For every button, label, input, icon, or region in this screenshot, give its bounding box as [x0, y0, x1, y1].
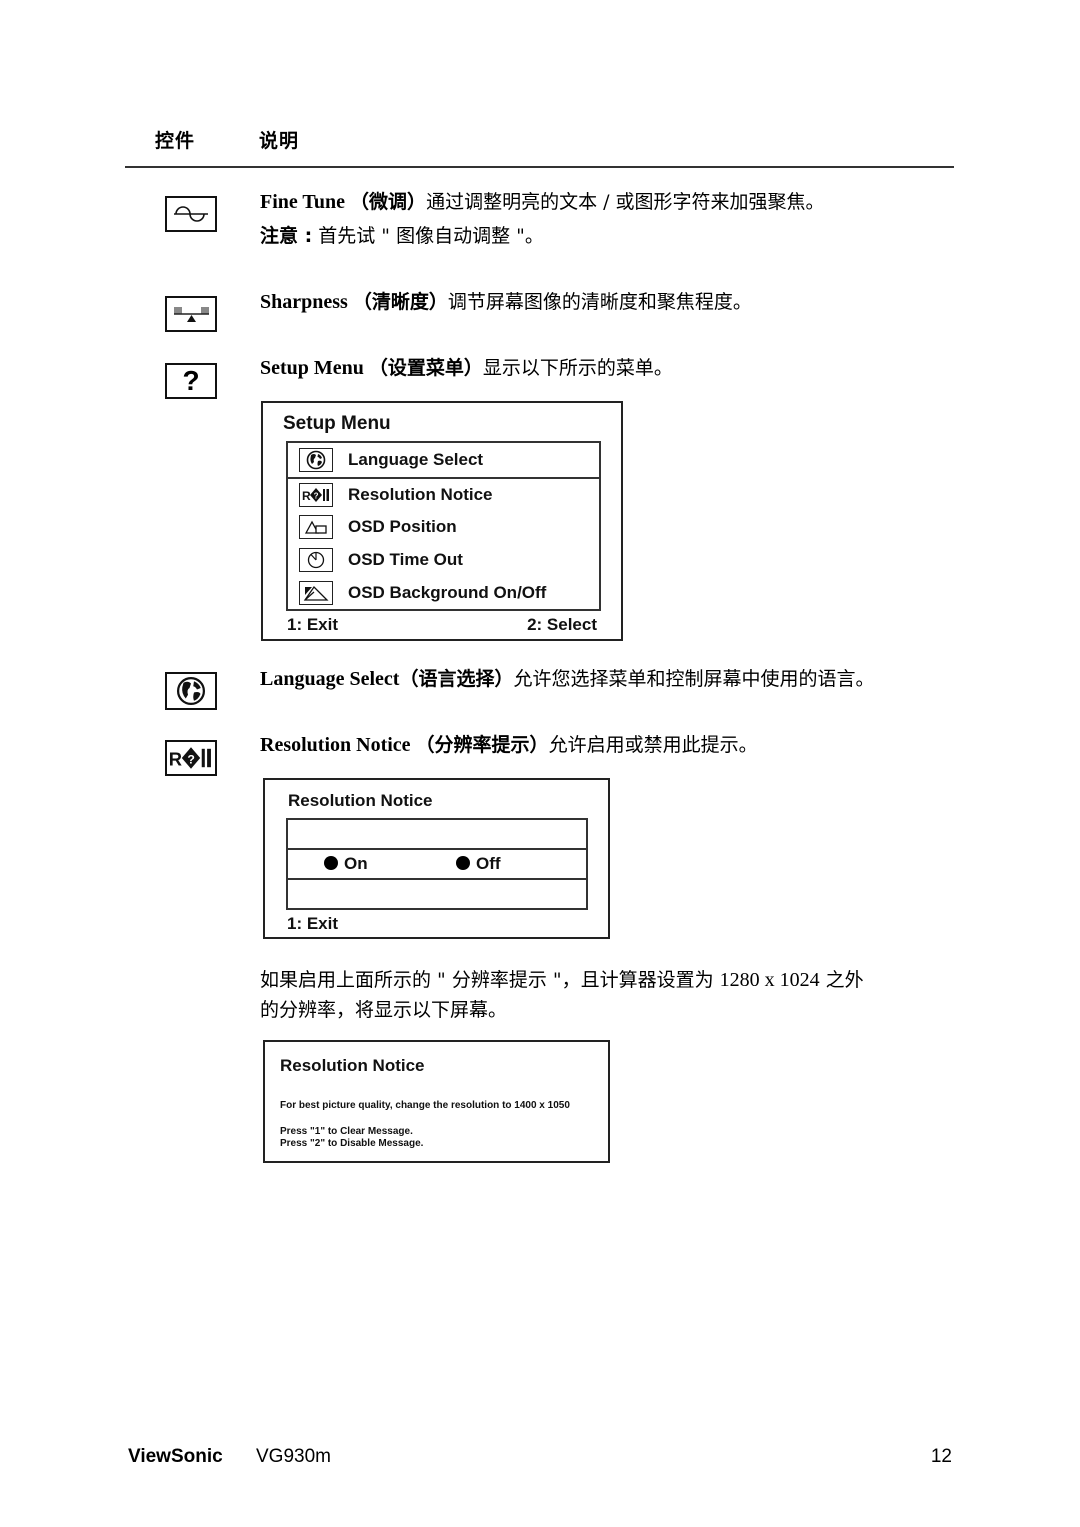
exit-hint: 1: Exit: [287, 914, 339, 933]
row-divider: [288, 878, 586, 880]
item-setup-menu: Setup Menu （设置菜单）显示以下所示的菜单。: [260, 354, 673, 382]
header-divider: [125, 166, 954, 168]
term-description: 允许您选择菜单和控制屏幕中使用的语言。: [513, 668, 875, 690]
row-divider: [288, 848, 586, 850]
footer-brand: ViewSonic: [128, 1446, 223, 1467]
item-resolution-notice: Resolution Notice （分辨率提示）允许启用或禁用此提示。: [260, 731, 758, 759]
menu-item-osd-background[interactable]: OSD Background On/Off: [288, 577, 599, 609]
term-description: 调节屏幕图像的清晰度和聚焦程度。: [447, 291, 752, 313]
menu-item-label: OSD Position: [348, 517, 457, 536]
radio-icon: [324, 856, 338, 870]
term-label: Sharpness: [260, 291, 348, 313]
column-header-control: 控件: [155, 130, 196, 152]
option-off[interactable]: Off: [456, 854, 501, 874]
sharpness-seesaw-icon: [165, 296, 217, 332]
fine-tune-sine-wave-icon: [165, 196, 217, 232]
fine-tune-note: 注意 : 首先试 " 图像自动调整 "。: [260, 222, 544, 250]
resolution-message-title: Resolution Notice: [280, 1056, 425, 1075]
term-label: Setup Menu: [260, 357, 364, 379]
menu-item-osd-time-out[interactable]: OSD Time Out: [288, 544, 599, 576]
globe-icon: [299, 448, 333, 472]
menu-item-label: Language Select: [348, 450, 484, 469]
footer-model: VG930m: [256, 1446, 331, 1467]
resolution-notice-icon: R ?: [299, 483, 333, 507]
term-zh: （微调）: [350, 191, 427, 213]
paragraph-resolution: 1280 x 1024: [719, 969, 820, 991]
select-hint: 2: Select: [527, 615, 597, 634]
paragraph-text: 之外: [819, 969, 864, 991]
setup-menu-osd: Setup Menu Language Select R ? Resolutio…: [261, 401, 623, 641]
resolution-message-osd: Resolution Notice For best picture quali…: [263, 1040, 610, 1163]
resolution-notice-icon: R ?: [165, 740, 217, 776]
term-zh: （分辨率提示）: [415, 734, 549, 756]
term-label: Resolution Notice: [260, 734, 411, 756]
menu-item-label: OSD Background On/Off: [348, 583, 547, 602]
term-zh: （清晰度）: [352, 291, 448, 313]
item-fine-tune: Fine Tune （微调）通过调整明亮的文本 / 或图形字符来加强聚焦。: [260, 188, 825, 216]
option-label: Off: [476, 854, 501, 873]
menu-item-resolution-notice[interactable]: R ? Resolution Notice: [288, 479, 599, 511]
svg-text:?: ?: [187, 752, 194, 766]
term-zh: （语言选择）: [399, 668, 514, 690]
resolution-options: On Off: [286, 818, 588, 910]
svg-text:?: ?: [314, 492, 319, 501]
option-label: On: [344, 854, 368, 873]
osd-position-icon: [299, 515, 333, 539]
menu-item-label: OSD Time Out: [348, 550, 463, 569]
item-language-select: Language Select（语言选择）允许您选择菜单和控制屏幕中使用的语言。: [260, 665, 874, 693]
resolution-message-text: For best picture quality, change the res…: [280, 1100, 570, 1111]
resolution-notice-osd: Resolution Notice On Off 1: Exit: [263, 778, 610, 939]
option-on[interactable]: On: [324, 854, 368, 874]
term-zh: （设置菜单）: [368, 357, 483, 379]
setup-menu-list: Language Select R ? Resolution Notice OS…: [286, 441, 601, 611]
setup-menu-title: Setup Menu: [283, 413, 391, 434]
instruction-line: Press "2" to Disable Message.: [280, 1138, 424, 1149]
svg-text:R: R: [169, 749, 182, 770]
globe-icon: [165, 672, 217, 710]
instruction-line: Press "1" to Clear Message.: [280, 1126, 413, 1137]
menu-item-osd-position[interactable]: OSD Position: [288, 511, 599, 543]
radio-icon: [456, 856, 470, 870]
menu-item-label: Resolution Notice: [348, 485, 493, 504]
page-number: 12: [930, 1446, 952, 1467]
resolution-notice-title: Resolution Notice: [288, 791, 433, 810]
column-header-description: 说明: [259, 130, 300, 152]
resolution-paragraph: 如果启用上面所示的 " 分辨率提示 "，且计算器设置为 1280 x 1024 …: [260, 965, 960, 1025]
term-description: 允许启用或禁用此提示。: [548, 734, 758, 756]
term-label: Language Select: [260, 668, 400, 690]
note-label: 注意 :: [260, 225, 313, 247]
question-mark-icon: ?: [165, 363, 217, 399]
osd-background-icon: [299, 581, 333, 605]
menu-item-language-select[interactable]: Language Select: [288, 444, 599, 476]
note-text: 首先试 " 图像自动调整 "。: [312, 225, 544, 247]
timer-icon: [299, 548, 333, 572]
paragraph-text: 的分辨率，将显示以下屏幕。: [260, 999, 508, 1021]
term-description: 通过调整明亮的文本 / 或图形字符来加强聚焦。: [426, 191, 825, 213]
resolution-message-instructions: Press "1" to Clear Message. Press "2" to…: [280, 1126, 423, 1150]
item-sharpness: Sharpness （清晰度）调节屏幕图像的清晰度和聚焦程度。: [260, 288, 752, 316]
exit-hint: 1: Exit: [287, 615, 339, 634]
term-label: Fine Tune: [260, 191, 346, 213]
svg-text:R: R: [302, 489, 311, 503]
term-description: 显示以下所示的菜单。: [482, 357, 673, 379]
paragraph-text: 如果启用上面所示的 " 分辨率提示 "，且计算器设置为: [260, 969, 720, 991]
